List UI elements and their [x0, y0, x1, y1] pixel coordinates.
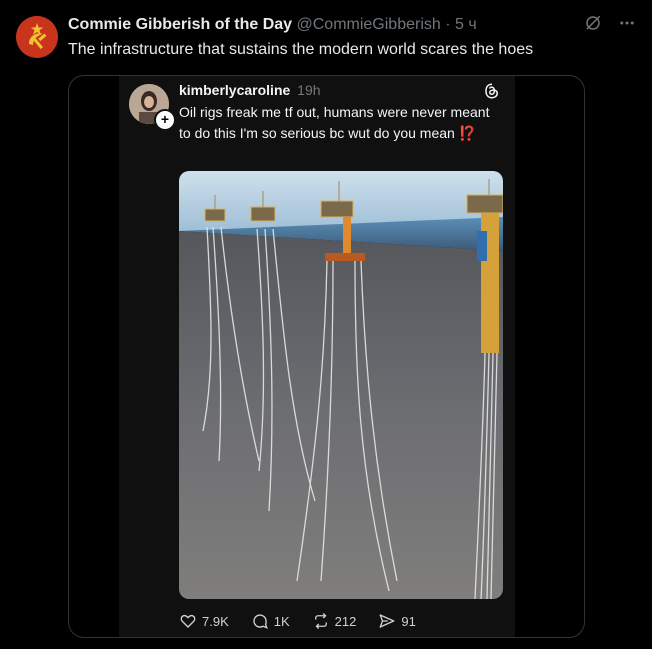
comment-count: 1K: [273, 613, 290, 629]
separator-dot: ·: [440, 16, 455, 33]
threads-like: 7.9K: [179, 612, 229, 630]
threads-logo-icon: [485, 83, 499, 99]
tweet-text: The infrastructure that sustains the mod…: [68, 41, 534, 58]
interrobang-emoji: ⁉️: [458, 125, 477, 141]
threads-screenshot: + kimberlycaroline 19h Oil rigs freak me…: [119, 76, 515, 637]
tweet-timestamp[interactable]: 5 ч: [455, 16, 477, 33]
threads-share: 91: [378, 612, 416, 630]
oil-rig-scene: [179, 171, 503, 599]
heart-icon: [180, 615, 196, 628]
grok-icon[interactable]: [584, 14, 602, 32]
threads-timestamp: 19h: [297, 82, 321, 98]
repost-count: 212: [334, 613, 357, 629]
threads-comment: 1K: [251, 612, 290, 630]
tweet-header-actions: [584, 14, 636, 32]
hammer-sickle-icon: [16, 16, 58, 58]
like-count: 7.9K: [202, 613, 229, 629]
comment-icon: [253, 614, 268, 629]
tweet-media[interactable]: + kimberlycaroline 19h Oil rigs freak me…: [68, 75, 585, 638]
author-avatar[interactable]: [16, 16, 58, 58]
repost-icon: [314, 613, 327, 629]
oil-rig-illustration: [179, 171, 503, 599]
threads-user-line: kimberlycaroline 19h: [179, 82, 321, 98]
threads-repost: 212: [312, 612, 357, 630]
follow-plus-icon: +: [154, 109, 176, 131]
threads-post-body: Oil rigs freak me tf out, humans were ne…: [179, 104, 490, 141]
threads-actions: 7.9K 1K 212 91: [179, 612, 416, 630]
display-name[interactable]: Commie Gibberish of the Day: [68, 16, 292, 33]
threads-username: kimberlycaroline: [179, 82, 291, 98]
more-options-icon[interactable]: [618, 14, 636, 32]
share-icon: [379, 614, 395, 628]
user-handle[interactable]: @CommieGibberish: [297, 16, 441, 33]
threads-post-text: Oil rigs freak me tf out, humans were ne…: [179, 102, 499, 144]
tweet-author-line: Commie Gibberish of the Day @CommieGibbe…: [68, 16, 477, 34]
share-count: 91: [401, 613, 416, 629]
